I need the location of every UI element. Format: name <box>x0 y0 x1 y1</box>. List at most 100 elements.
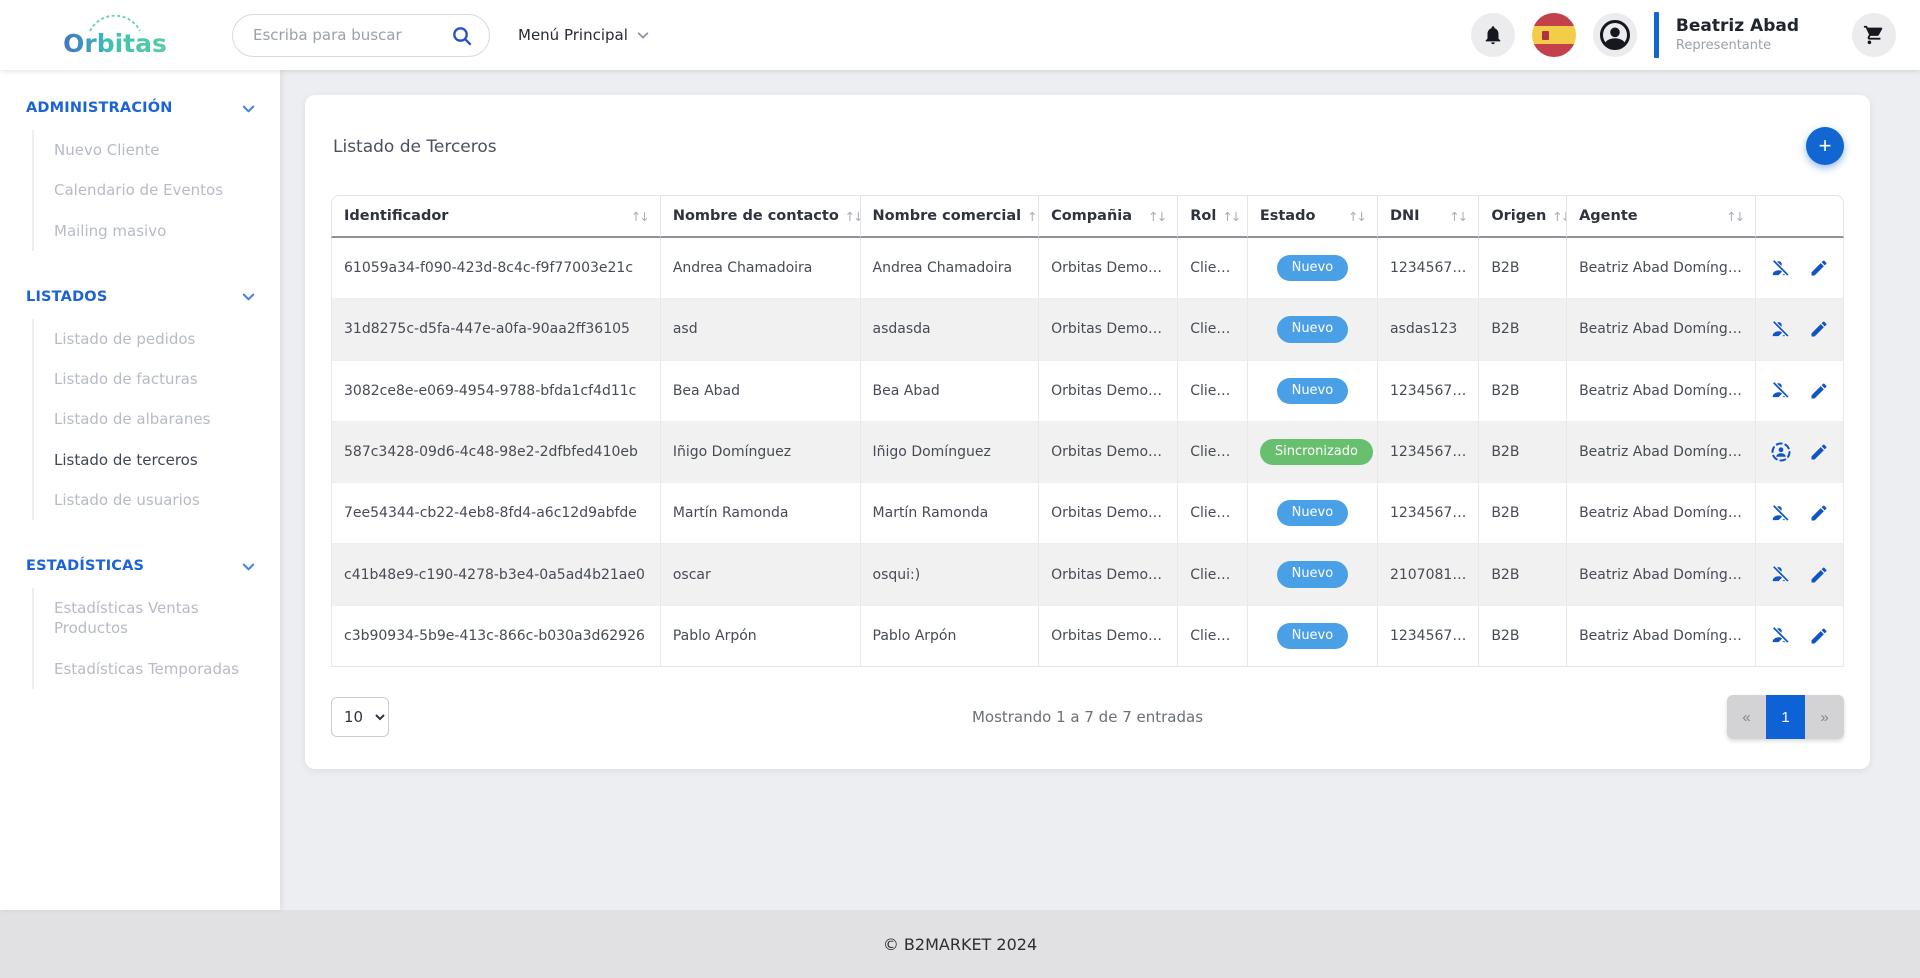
main-content: Listado de Terceros + Identificador ↑↓ N… <box>280 70 1920 910</box>
edit-button[interactable] <box>1808 441 1830 463</box>
footer: © B2MARKET 2024 <box>0 910 1920 978</box>
user-sync-action-button[interactable] <box>1770 564 1792 586</box>
cell-agente: Beatriz Abad Domínguez <box>1567 238 1756 299</box>
column-header-compania[interactable]: Compañia ↑↓ <box>1039 195 1178 238</box>
sidebar-item-estadisticas-temporadas[interactable]: Estadísticas Temporadas <box>54 649 260 689</box>
search-icon <box>450 24 474 48</box>
edit-button[interactable] <box>1808 564 1830 586</box>
sidebar-item-listado-de-albaranes[interactable]: Listado de albaranes <box>54 399 260 439</box>
cell-dni: asdas123 <box>1378 299 1479 360</box>
search-button[interactable] <box>450 24 474 48</box>
column-header-origen[interactable]: Origen ↑↓ <box>1479 195 1567 238</box>
cell-origen: B2B <box>1479 299 1567 360</box>
add-tercero-button[interactable]: + <box>1806 127 1844 165</box>
edit-button[interactable] <box>1808 502 1830 524</box>
sidebar-section-header-listados[interactable]: LISTADOS <box>0 289 280 305</box>
sort-icon: ↑↓ <box>1027 209 1039 224</box>
user-sync-action-button[interactable] <box>1770 257 1792 279</box>
prev-page-button[interactable]: « <box>1727 695 1766 739</box>
page-size-select[interactable]: 10 <box>331 697 389 737</box>
person-off-icon <box>1770 625 1791 646</box>
column-header-agente[interactable]: Agente ↑↓ <box>1567 195 1756 238</box>
sidebar-item-listado-de-usuarios[interactable]: Listado de usuarios <box>54 480 260 520</box>
sidebar-item-estadisticas-ventas-productos[interactable]: Estadísticas Ventas Productos <box>54 588 260 649</box>
sidebar-item-listado-de-terceros[interactable]: Listado de terceros <box>54 440 260 480</box>
column-label: Nombre comercial <box>873 208 1022 224</box>
column-label: DNI <box>1390 208 1420 224</box>
cell-dni: 12345678L <box>1378 238 1479 299</box>
column-header-rol[interactable]: Rol ↑↓ <box>1178 195 1248 238</box>
edit-button[interactable] <box>1808 318 1830 340</box>
table-row: c3b90934-5b9e-413c-866c-b030a3d62926 Pab… <box>331 606 1844 667</box>
column-header-estado[interactable]: Estado ↑↓ <box>1248 195 1378 238</box>
terceros-card: Listado de Terceros + Identificador ↑↓ N… <box>305 95 1870 769</box>
sidebar-item-mailing-masivo[interactable]: Mailing masivo <box>54 211 260 251</box>
cell-rol: Cliente <box>1178 422 1248 483</box>
cell-nombre-contacto: asd <box>661 299 861 360</box>
cell-nombre-comercial: Pablo Arpón <box>861 606 1040 667</box>
cell-compania: Orbitas Demo S.L <box>1039 606 1178 667</box>
logo-text: Orbitas <box>63 31 167 56</box>
cell-origen: B2B <box>1479 238 1567 299</box>
main-menu-label: Menú Principal <box>518 26 628 44</box>
sidebar-section-label: ADMINISTRACIÓN <box>26 100 173 116</box>
main-menu-dropdown[interactable]: Menú Principal <box>518 26 650 44</box>
user-sync-action-button[interactable] <box>1770 441 1792 463</box>
page-1-button[interactable]: 1 <box>1766 695 1805 739</box>
sidebar: ADMINISTRACIÓN Nuevo ClienteCalendario d… <box>0 70 280 910</box>
status-badge: Nuevo <box>1277 623 1349 649</box>
cell-dni: 21070812Y <box>1378 544 1479 605</box>
status-badge: Sincronizado <box>1260 439 1373 465</box>
user-sync-action-button[interactable] <box>1770 380 1792 402</box>
edit-button[interactable] <box>1808 625 1830 647</box>
cell-rol: Cliente <box>1178 361 1248 422</box>
cell-nombre-comercial: Andrea Chamadoira <box>861 238 1040 299</box>
column-label: Estado <box>1260 208 1316 224</box>
table-row: 587c3428-09d6-4c48-98e2-2dfbfed410eb Iñi… <box>331 422 1844 483</box>
account-button[interactable] <box>1593 13 1637 57</box>
status-badge: Nuevo <box>1277 561 1349 587</box>
column-label: Nombre de contacto <box>673 208 839 224</box>
language-selector-button[interactable] <box>1532 13 1576 57</box>
sidebar-item-listado-de-facturas[interactable]: Listado de facturas <box>54 359 260 399</box>
sidebar-section-header-estadisticas[interactable]: ESTADÍSTICAS <box>0 558 280 574</box>
sidebar-item-calendario-de-eventos[interactable]: Calendario de Eventos <box>54 170 260 210</box>
user-sync-action-button[interactable] <box>1770 318 1792 340</box>
cell-estado: Nuevo <box>1248 361 1378 422</box>
pencil-icon <box>1809 626 1829 646</box>
pencil-icon <box>1809 442 1829 462</box>
table-header-row: Identificador ↑↓ Nombre de contacto ↑↓ N… <box>331 195 1844 238</box>
column-header-dni[interactable]: DNI ↑↓ <box>1378 195 1479 238</box>
next-page-button[interactable]: » <box>1805 695 1844 739</box>
sidebar-item-listado-de-pedidos[interactable]: Listado de pedidos <box>54 319 260 359</box>
sidebar-section-items: Listado de pedidosListado de facturasLis… <box>32 319 260 520</box>
cell-rol: Cliente <box>1178 238 1248 299</box>
user-sync-action-button[interactable] <box>1770 502 1792 524</box>
person-off-icon <box>1770 503 1791 524</box>
cell-nombre-contacto: Iñigo Domínguez <box>661 422 861 483</box>
cart-button[interactable] <box>1852 13 1896 57</box>
sidebar-section-header-administracion[interactable]: ADMINISTRACIÓN <box>0 100 280 116</box>
status-badge: Nuevo <box>1277 500 1349 526</box>
cell-dni: 12345678D <box>1378 606 1479 667</box>
cell-nombre-comercial: osqui:) <box>861 544 1040 605</box>
column-label: Agente <box>1579 208 1638 224</box>
edit-button[interactable] <box>1808 380 1830 402</box>
user-circle-icon <box>1597 17 1633 53</box>
sidebar-item-nuevo-cliente[interactable]: Nuevo Cliente <box>54 130 260 170</box>
person-sync-icon <box>1770 441 1792 463</box>
copyright: © B2MARKET 2024 <box>883 935 1037 954</box>
cell-actions <box>1756 238 1844 299</box>
cell-nombre-contacto: Andrea Chamadoira <box>661 238 861 299</box>
user-sync-action-button[interactable] <box>1770 625 1792 647</box>
logo[interactable]: Orbitas <box>60 15 170 56</box>
edit-button[interactable] <box>1808 257 1830 279</box>
sort-icon: ↑↓ <box>1552 209 1567 224</box>
notifications-button[interactable] <box>1471 13 1515 57</box>
column-header-nombre-comercial[interactable]: Nombre comercial ↑↓ <box>861 195 1040 238</box>
cell-rol: Cliente <box>1178 606 1248 667</box>
column-header-identificador[interactable]: Identificador ↑↓ <box>331 195 661 238</box>
cell-dni: 12345678S <box>1378 483 1479 544</box>
person-off-icon <box>1770 258 1791 279</box>
column-header-nombre-de-contacto[interactable]: Nombre de contacto ↑↓ <box>661 195 861 238</box>
